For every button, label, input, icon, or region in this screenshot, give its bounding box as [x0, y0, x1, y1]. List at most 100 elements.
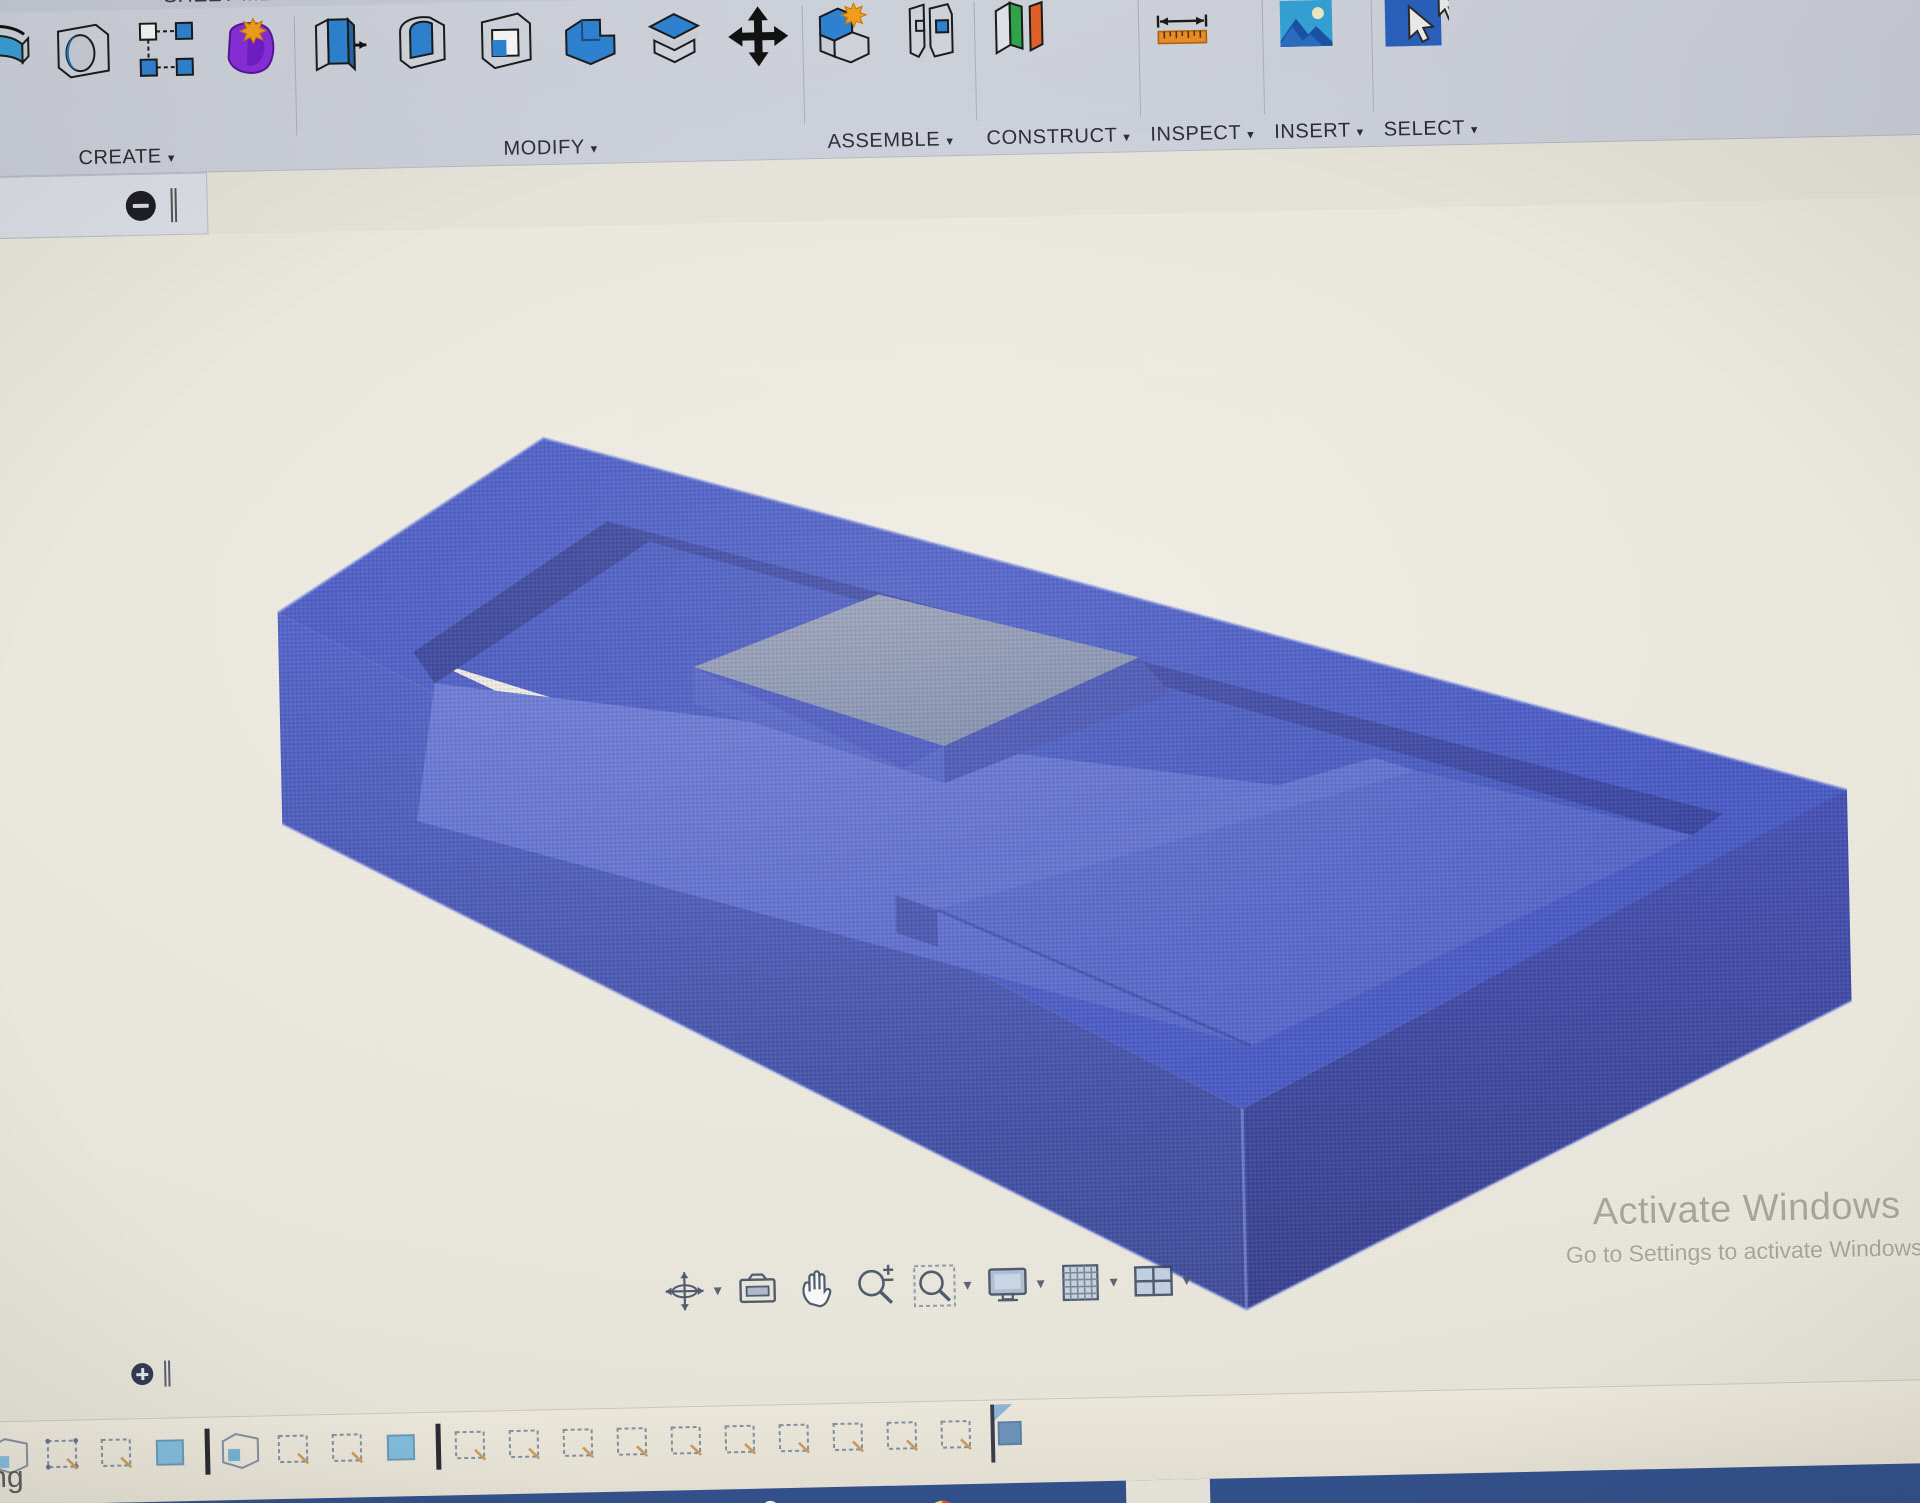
timeline-feature-sketch[interactable]: [41, 1432, 88, 1477]
chevron-down-icon: ▾: [167, 150, 176, 166]
ribbon-panel-select-label[interactable]: SELECT ▾: [1383, 117, 1478, 142]
ribbon-panel-construct: CONSTRUCT ▾: [973, 0, 1140, 155]
timeline-marker-icon[interactable]: [435, 1423, 442, 1470]
grid-snaps-icon[interactable]: [1057, 1259, 1104, 1306]
viewports-icon[interactable]: [1130, 1258, 1177, 1305]
select-cursor-icon[interactable]: [1381, 0, 1451, 57]
timeline-feature-sketch[interactable]: [448, 1423, 495, 1468]
select-label-text: SELECT: [1383, 116, 1465, 141]
ribbon-panel-insert-label[interactable]: INSERT ▾: [1274, 119, 1364, 144]
construct-tool-icons: [983, 0, 1129, 101]
taskbar-item-fusion-360[interactable]: [1125, 1478, 1212, 1503]
plus-circle-icon[interactable]: [131, 1362, 154, 1386]
timeline-feature-sketch[interactable]: [772, 1416, 819, 1461]
inspect-label-text: INSPECT: [1150, 121, 1242, 146]
chevron-down-icon: ▾: [590, 140, 598, 157]
ribbon-panel-create-label[interactable]: CREATE ▾: [0, 143, 287, 173]
timeline-feature-extrude[interactable]: [379, 1425, 426, 1470]
collapse-browser-icon[interactable]: [125, 190, 157, 222]
timeline-features: [0, 1406, 1035, 1485]
zoom-window-chevron-down-icon[interactable]: ▾: [963, 1275, 971, 1295]
microsoft-store-icon[interactable]: [748, 1497, 793, 1503]
ribbon-panel-assemble: ASSEMBLE ▾: [801, 0, 977, 158]
construct-label-text: CONSTRUCT: [986, 124, 1118, 150]
ribbon-panel-modify: MODIFY ▾: [293, 0, 804, 169]
ribbon: SHEET METAL TOOLS: [0, 0, 1920, 178]
drag-grip-icon[interactable]: [163, 1360, 172, 1387]
orbit-chevron-down-icon[interactable]: ▾: [713, 1280, 721, 1300]
timeline-feature-sketch[interactable]: [325, 1426, 372, 1471]
joint-icon[interactable]: [895, 0, 964, 67]
watermark-line-1: Activate Windows: [1592, 1184, 1901, 1234]
split-face-icon[interactable]: [640, 3, 709, 72]
timeline-feature-sketch[interactable]: [95, 1431, 142, 1476]
taskbar-left-text: ing: [0, 1460, 24, 1495]
orbit-icon[interactable]: [661, 1268, 708, 1315]
viewports-chevron-down-icon[interactable]: ▾: [1182, 1270, 1190, 1290]
timeline-feature-sketch[interactable]: [934, 1413, 981, 1458]
new-component-icon[interactable]: [811, 0, 880, 69]
timeline-feature-sketch[interactable]: [880, 1414, 927, 1459]
screen-photo: SHEET METAL TOOLS: [0, 0, 1920, 1503]
timeline-feature-sketch[interactable]: [272, 1427, 319, 1472]
revolve-icon[interactable]: [48, 16, 117, 85]
pan-icon[interactable]: [793, 1265, 840, 1312]
assemble-tool-icons: [811, 0, 965, 105]
ribbon-panel-assemble-label[interactable]: ASSEMBLE ▾: [814, 128, 966, 154]
timeline-feature-sketch[interactable]: [718, 1418, 765, 1463]
look-at-icon[interactable]: [734, 1266, 781, 1313]
chevron-down-icon: ▾: [1123, 129, 1131, 145]
fillet-icon[interactable]: [388, 9, 457, 78]
ribbon-panel-modify-label[interactable]: MODIFY ▾: [306, 132, 794, 166]
timeline-feature-sketch[interactable]: [556, 1421, 603, 1466]
timeline-feature-sketch[interactable]: [502, 1422, 549, 1467]
document-tab-bar: [0, 172, 209, 240]
chevron-down-icon: ▾: [1356, 124, 1364, 140]
zoom-icon[interactable]: [852, 1264, 899, 1311]
timeline-feature-extrude[interactable]: [149, 1430, 196, 1475]
mail-icon[interactable]: [834, 1495, 879, 1503]
file-explorer-icon[interactable]: [662, 1499, 707, 1503]
timeline-feature-sketch[interactable]: [826, 1415, 873, 1460]
combine-icon[interactable]: [556, 5, 625, 74]
google-chrome-icon[interactable]: [920, 1493, 965, 1503]
modify-label-text: MODIFY: [503, 136, 585, 160]
create-tool-icons: [0, 13, 286, 124]
fusion360-window: SHEET METAL TOOLS: [0, 0, 1920, 1503]
ribbon-panel-construct-label[interactable]: CONSTRUCT ▾: [986, 124, 1130, 150]
display-settings-icon[interactable]: [984, 1261, 1031, 1308]
ribbon-panel-insert: INSERT ▾: [1261, 0, 1374, 148]
ribbon-panel-create: CREATE ▾: [0, 6, 297, 176]
loft-icon[interactable]: [0, 18, 33, 87]
timeline-feature-sketch[interactable]: [664, 1419, 711, 1464]
zoom-window-icon[interactable]: [911, 1262, 958, 1309]
shell-icon[interactable]: [472, 7, 541, 76]
timeline-feature-extrude[interactable]: [218, 1428, 265, 1473]
inspect-tool-icons: [1147, 0, 1253, 98]
timeline-feature-sketch[interactable]: [610, 1420, 657, 1465]
move-copy-icon[interactable]: [724, 2, 793, 71]
chevron-down-icon: ▾: [946, 133, 954, 149]
ribbon-panel-inspect-label[interactable]: INSPECT ▾: [1150, 122, 1254, 147]
activate-windows-watermark: Activate Windows Go to Settings to activ…: [1565, 1184, 1920, 1269]
ribbon-panel-inspect: INSPECT ▾: [1137, 0, 1264, 151]
grid-snaps-chevron-down-icon[interactable]: ▾: [1109, 1272, 1117, 1292]
create-label-text: CREATE: [78, 145, 162, 170]
timeline-marker-icon[interactable]: [204, 1428, 211, 1475]
insert-image-icon[interactable]: [1271, 0, 1340, 59]
timeline-left-controls: [131, 1360, 172, 1387]
timeline-end-marker-icon[interactable]: [990, 1404, 1013, 1463]
offset-plane-icon[interactable]: [983, 0, 1052, 65]
insert-label-text: INSERT: [1273, 119, 1351, 144]
insert-tool-icons: [1271, 0, 1363, 95]
measure-icon[interactable]: [1147, 0, 1216, 62]
3d-viewport[interactable]: ▾ ▾ ▾ ▾ ▾ Activate Windows Go to Setting…: [0, 196, 1920, 1422]
display-settings-chevron-down-icon[interactable]: ▾: [1036, 1273, 1044, 1293]
form-create-icon[interactable]: [216, 13, 285, 82]
modify-tool-icons: [304, 2, 794, 117]
pattern-icon[interactable]: [132, 15, 201, 84]
ribbon-panels: CREATE ▾ MODIFY ▾ ASSEMBLE ▾ CONSTRUCT ▾…: [0, 0, 1920, 177]
assemble-label-text: ASSEMBLE: [827, 128, 941, 153]
browser-drag-grip-icon[interactable]: [169, 188, 178, 223]
press-pull-icon[interactable]: [304, 11, 373, 80]
